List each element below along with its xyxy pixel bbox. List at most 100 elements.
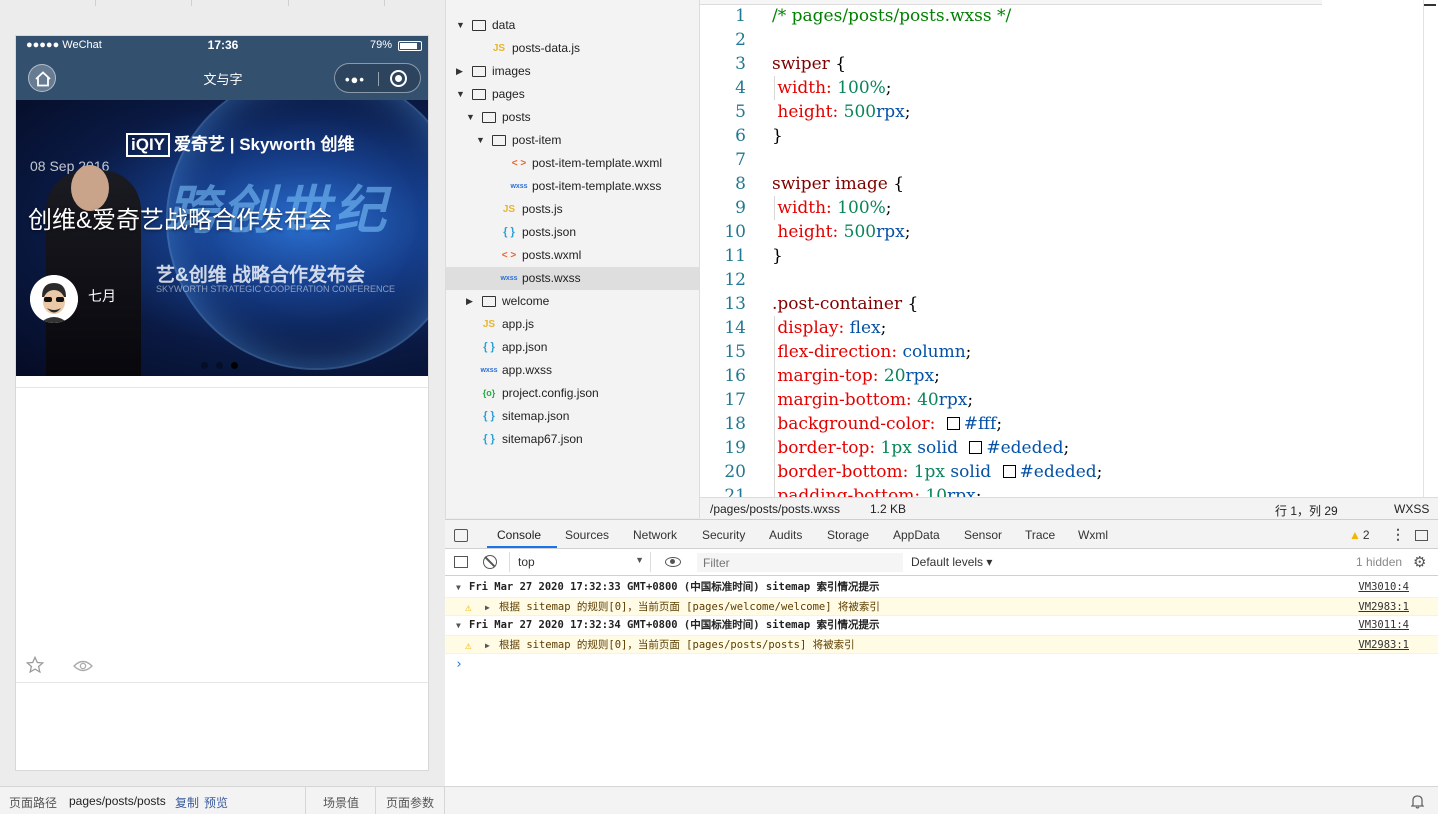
swiper-dot-active[interactable] — [231, 362, 238, 369]
code-editor[interactable]: 1/* pages/posts/posts.wxss */2 3 swiper {4… — [700, 0, 1438, 497]
tree-item-project-config-json[interactable]: {o} project.config.json — [446, 382, 700, 405]
tab-audits[interactable]: Audits — [769, 528, 802, 542]
code-line[interactable]: 12 — [700, 268, 1420, 292]
chevron-down-icon[interactable]: ▼ — [456, 83, 466, 106]
tree-item-posts-js[interactable]: JS posts.js — [446, 198, 700, 221]
undock-icon[interactable] — [1415, 530, 1428, 541]
code-line[interactable]: 11} — [700, 244, 1420, 268]
tab-network[interactable]: Network — [633, 528, 677, 542]
swiper-dot[interactable] — [201, 362, 208, 369]
code-line[interactable]: 20 border-bottom: 1px solid #ededed; — [700, 460, 1420, 484]
code-line[interactable]: 10 height: 500rpx; — [700, 220, 1420, 244]
tree-item-app-json[interactable]: { } app.json — [446, 336, 700, 359]
tab-trace[interactable]: Trace — [1025, 528, 1055, 542]
preview-link[interactable]: 预览 — [204, 794, 228, 811]
tree-item-app-js[interactable]: JS app.js — [446, 313, 700, 336]
tab-security[interactable]: Security — [702, 528, 745, 542]
code-line[interactable]: 2 — [700, 28, 1420, 52]
inspect-element-icon[interactable] — [454, 529, 468, 542]
swiper-indicator[interactable] — [201, 358, 246, 372]
more-options-icon[interactable]: ⋮ — [1391, 526, 1405, 543]
language-mode[interactable]: WXSS — [1394, 502, 1429, 516]
chevron-right-icon[interactable]: ▶ — [485, 636, 490, 655]
log-levels-dropdown[interactable]: Default levels ▾ — [911, 555, 992, 569]
chevron-down-icon[interactable]: ▼ — [456, 14, 466, 37]
tree-item-posts-json[interactable]: { } posts.json — [446, 221, 700, 244]
console-warning-row[interactable]: ⚠ ▶ 根据 sitemap 的规则[0]，当前页面 [pages/posts/po… — [445, 635, 1438, 654]
color-swatch[interactable] — [946, 417, 960, 430]
chevron-right-icon[interactable]: ▶ — [456, 60, 466, 83]
tab-sensor[interactable]: Sensor — [964, 528, 1002, 542]
chevron-down-icon[interactable]: ▼ — [456, 616, 461, 635]
notification-bell-icon[interactable] — [1410, 794, 1425, 812]
chevron-down-icon[interactable]: ▼ — [466, 106, 476, 129]
author-avatar[interactable] — [30, 275, 78, 323]
color-swatch[interactable] — [1002, 465, 1016, 478]
code-line[interactable]: 3 swiper { — [700, 52, 1420, 76]
tree-item-data[interactable]: ▼ data — [446, 14, 700, 37]
console-sidebar-icon[interactable] — [454, 556, 468, 568]
swiper-dot[interactable] — [216, 362, 223, 369]
code-line[interactable]: 15 flex-direction: column; — [700, 340, 1420, 364]
console-filter-input[interactable] — [697, 553, 903, 572]
tree-item-posts-wxss[interactable]: wxss posts.wxss — [446, 267, 700, 290]
code-line[interactable]: 9 width: 100%; — [700, 196, 1420, 220]
scene-value-button[interactable]: 场景值 — [323, 794, 359, 811]
tree-item-welcome[interactable]: ▶ welcome — [446, 290, 700, 313]
code-line[interactable]: 13 .post-container { — [700, 292, 1420, 316]
tab-wxml[interactable]: Wxml — [1078, 528, 1108, 542]
tree-item-posts-wxml[interactable]: < > posts.wxml — [446, 244, 700, 267]
chevron-right-icon[interactable]: ▶ — [485, 598, 490, 617]
chevron-right-icon[interactable]: ▶ — [466, 290, 476, 313]
context-selector[interactable]: top ▼ — [509, 552, 651, 572]
capsule-menu[interactable]: •●• — [334, 63, 421, 93]
warning-counter[interactable]: ▲ 2 — [1349, 528, 1370, 542]
code-line[interactable]: 18 background-color: #fff; — [700, 412, 1420, 436]
code-line[interactable]: 7 — [700, 148, 1420, 172]
console-output[interactable]: ▼ Fri Mar 27 2020 17:32:33 GMT+0800 (中国标准… — [445, 576, 1438, 787]
code-line[interactable]: 4 width: 100%; — [700, 76, 1420, 100]
tree-item-sitemap67-json[interactable]: { } sitemap67.json — [446, 428, 700, 451]
tab-storage[interactable]: Storage — [827, 528, 869, 542]
star-icon[interactable] — [25, 655, 45, 677]
code-line[interactable]: 5 height: 500rpx; — [700, 100, 1420, 124]
tree-item-posts-data-js[interactable]: JS posts-data.js — [446, 37, 700, 60]
code-line[interactable]: 16 margin-top: 20rpx; — [700, 364, 1420, 388]
cursor-position[interactable]: 行 1，列 29 — [1275, 502, 1338, 519]
console-source-link[interactable]: VM2983:1 — [1358, 636, 1409, 655]
tree-item-images[interactable]: ▶ images — [446, 60, 700, 83]
console-source-link[interactable]: VM2983:1 — [1358, 598, 1409, 617]
tree-item-post-item-template-wxml[interactable]: < > post-item-template.wxml — [446, 152, 700, 175]
code-line[interactable]: 6} — [700, 124, 1420, 148]
eye-icon[interactable] — [73, 660, 93, 675]
tree-item-posts[interactable]: ▼ posts — [446, 106, 700, 129]
console-group-row[interactable]: ▼ Fri Mar 27 2020 17:32:34 GMT+0800 (中国标准… — [445, 616, 1438, 635]
live-expression-eye-icon[interactable] — [665, 557, 681, 567]
code-line[interactable]: 14 display: flex; — [700, 316, 1420, 340]
phone-screen[interactable]: ●●●●● WeChat 17:36 79% 文与字 •●• iQIY 爱奇艺 … — [15, 35, 429, 771]
console-group-row[interactable]: ▼ Fri Mar 27 2020 17:32:33 GMT+0800 (中国标准… — [445, 578, 1438, 597]
console-source-link[interactable]: VM3010:4 — [1358, 578, 1409, 597]
more-dots-icon[interactable]: •●• — [345, 72, 365, 87]
tree-item-post-item[interactable]: ▼ post-item — [446, 129, 700, 152]
code-line[interactable]: 8 swiper image { — [700, 172, 1420, 196]
color-swatch[interactable] — [969, 441, 983, 454]
code-line[interactable]: 19 border-top: 1px solid #ededed; — [700, 436, 1420, 460]
console-source-link[interactable]: VM3011:4 — [1358, 616, 1409, 635]
tab-console[interactable]: Console — [497, 528, 541, 542]
tree-item-sitemap-json[interactable]: { } sitemap.json — [446, 405, 700, 428]
code-line[interactable]: 1 /* pages/posts/posts.wxss */ — [700, 4, 1420, 28]
post-swiper[interactable]: iQIY 爱奇艺 | Skyworth 创维 08 Sep 2016 跨创世纪 艺… — [16, 100, 428, 376]
editor-scrollbar[interactable] — [1423, 0, 1424, 497]
tab-sources[interactable]: Sources — [565, 528, 609, 542]
tree-item-app-wxss[interactable]: wxss app.wxss — [446, 359, 700, 382]
console-warning-row[interactable]: ⚠ ▶ 根据 sitemap 的规则[0]，当前页面 [pages/welcome/… — [445, 597, 1438, 616]
tree-item-post-item-template-wxss[interactable]: wxss post-item-template.wxss — [446, 175, 700, 198]
copy-path-link[interactable]: 复制 — [175, 794, 199, 811]
tab-appdata[interactable]: AppData — [893, 528, 940, 542]
code-line[interactable]: 17 margin-bottom: 40rpx; — [700, 388, 1420, 412]
console-prompt[interactable]: › — [455, 657, 463, 672]
page-params-button[interactable]: 页面参数 — [386, 794, 434, 811]
clear-console-icon[interactable] — [483, 555, 497, 569]
console-settings-gear-icon[interactable]: ⚙ — [1413, 553, 1426, 571]
